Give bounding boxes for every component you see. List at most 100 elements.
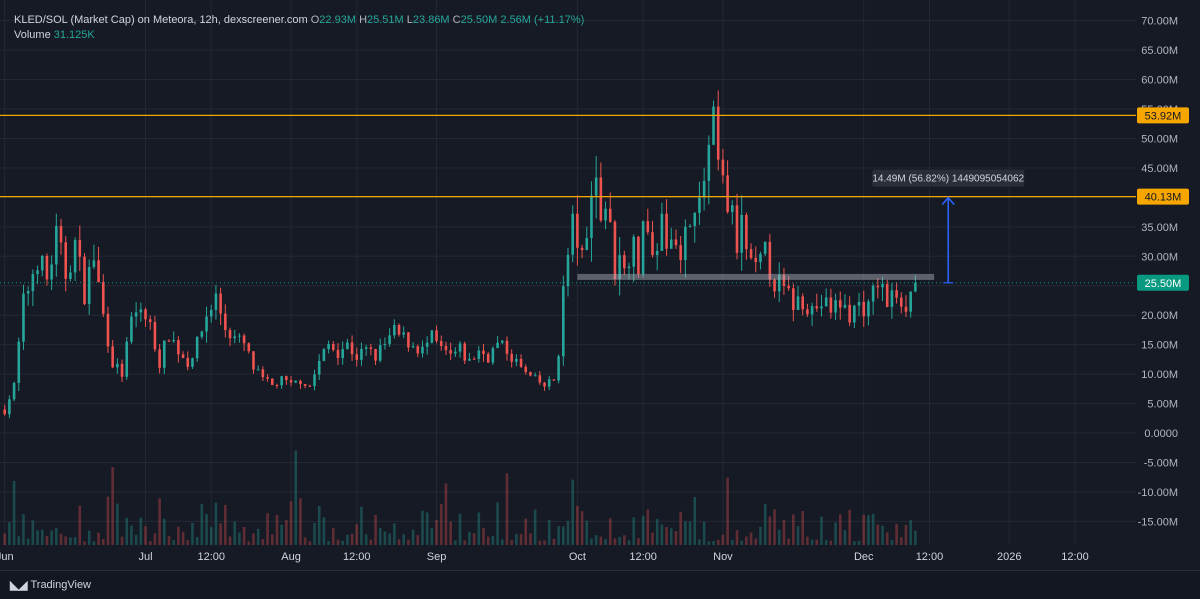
volume-bar <box>172 540 175 545</box>
volume-bar <box>407 539 410 545</box>
volume-bar <box>144 526 147 545</box>
symbol-title[interactable]: KLED/SOL (Market Cap) on Meteora, 12h, d… <box>14 14 308 26</box>
volume-bar <box>134 534 138 545</box>
volume-bar <box>266 513 269 545</box>
candle-body <box>317 360 321 375</box>
volume-bar <box>397 539 401 545</box>
volume-bar <box>904 524 908 545</box>
candle-body <box>759 253 762 263</box>
candle-body <box>233 336 237 339</box>
volume-bar <box>792 514 795 545</box>
volume-bar <box>289 501 293 545</box>
volume-bar <box>369 539 373 545</box>
candle-body <box>64 242 68 279</box>
support-zone[interactable] <box>577 273 935 280</box>
candle-body <box>191 358 194 367</box>
candle-body <box>106 313 110 347</box>
x-tick-label: 12:00 <box>1061 551 1089 563</box>
candle-body <box>721 159 725 176</box>
x-tick-label: Jun <box>0 551 14 563</box>
candle-body <box>763 241 767 254</box>
volume-bar <box>632 517 636 545</box>
candle-body <box>247 343 251 352</box>
candle-body <box>69 272 72 279</box>
volume-bar <box>627 540 631 545</box>
candle-body <box>482 350 485 355</box>
volume-bar <box>594 535 598 545</box>
candle-body <box>45 255 49 280</box>
volume-bar <box>543 540 546 545</box>
candle-body <box>177 340 180 355</box>
volume-bar <box>378 528 382 545</box>
candle-body <box>665 213 668 249</box>
volume-bar <box>285 520 288 545</box>
candle-body <box>547 379 551 387</box>
volume-bar <box>317 505 321 545</box>
candle-body <box>294 380 298 383</box>
volume-bar <box>200 504 204 545</box>
y-tick-label: 60.00M <box>1141 75 1178 87</box>
candle-body <box>515 358 518 362</box>
candle-body <box>637 236 640 275</box>
legend-row-ohlc: KLED/SOL (Market Cap) on Meteora, 12h, d… <box>14 13 584 28</box>
volume-bar <box>158 498 161 545</box>
candle-body <box>40 255 44 271</box>
volume-bar <box>914 530 917 545</box>
candle-body <box>613 221 617 279</box>
candle-body <box>571 213 574 255</box>
volume-bar <box>524 518 528 545</box>
candle-body <box>397 324 401 335</box>
volume-bar <box>242 527 246 545</box>
y-tick-label: 65.00M <box>1141 45 1178 57</box>
open-key: O <box>310 14 320 26</box>
volume-bar <box>890 539 894 545</box>
volume-bar <box>895 523 898 545</box>
candle-body <box>834 300 837 313</box>
candle-body <box>346 342 349 350</box>
volume-label[interactable]: Volume <box>14 29 51 41</box>
candle-body <box>895 290 898 298</box>
volume-bar <box>167 536 171 545</box>
candle-body <box>472 358 476 360</box>
volume-bar <box>853 541 856 545</box>
volume-bar <box>641 515 645 545</box>
volume-bar <box>12 480 16 545</box>
candle-body <box>862 301 866 317</box>
candle-body <box>374 348 377 361</box>
candle-body <box>468 358 471 361</box>
candle-body <box>543 382 546 387</box>
volume-bar <box>205 513 208 545</box>
candle-body <box>411 346 415 348</box>
volume-bar <box>299 498 302 545</box>
candle-body <box>430 330 434 343</box>
volume-bar <box>585 520 589 545</box>
volume-bar <box>195 537 199 545</box>
tradingview-icon: ◣◢ <box>10 578 27 592</box>
volume-bar <box>500 539 504 545</box>
chart-legend: KLED/SOL (Market Cap) on Meteora, 12h, d… <box>14 13 584 43</box>
x-tick-label: 2026 <box>997 551 1021 563</box>
candle-body <box>78 240 82 257</box>
candle-body <box>266 377 269 379</box>
volume-bar <box>402 534 405 545</box>
tradingview-logo[interactable]: ◣◢ TradingView <box>10 578 91 592</box>
volume-bar <box>505 473 509 545</box>
volume-bar <box>838 514 842 545</box>
volume-bar <box>712 541 715 545</box>
price-chart[interactable]: 14.49M (56.82%) 1449095054062 70.00M 65.0… <box>0 0 1200 570</box>
volume-bar <box>313 522 316 545</box>
volume-bar <box>238 532 241 545</box>
volume-bar <box>806 536 809 545</box>
volume-bar <box>40 529 44 545</box>
candle-body <box>407 332 410 348</box>
y-tick-label: 35.00M <box>1141 222 1178 234</box>
volume-bar <box>177 526 180 545</box>
volume-bar <box>491 535 495 545</box>
volume-bar <box>754 538 758 545</box>
chart-background <box>0 0 1200 570</box>
chart-footer: ◣◢ TradingView <box>0 570 1200 599</box>
volume-bar <box>731 539 734 545</box>
volume-bar <box>425 512 429 545</box>
volume-bar <box>468 531 471 545</box>
volume-bar <box>101 539 105 545</box>
